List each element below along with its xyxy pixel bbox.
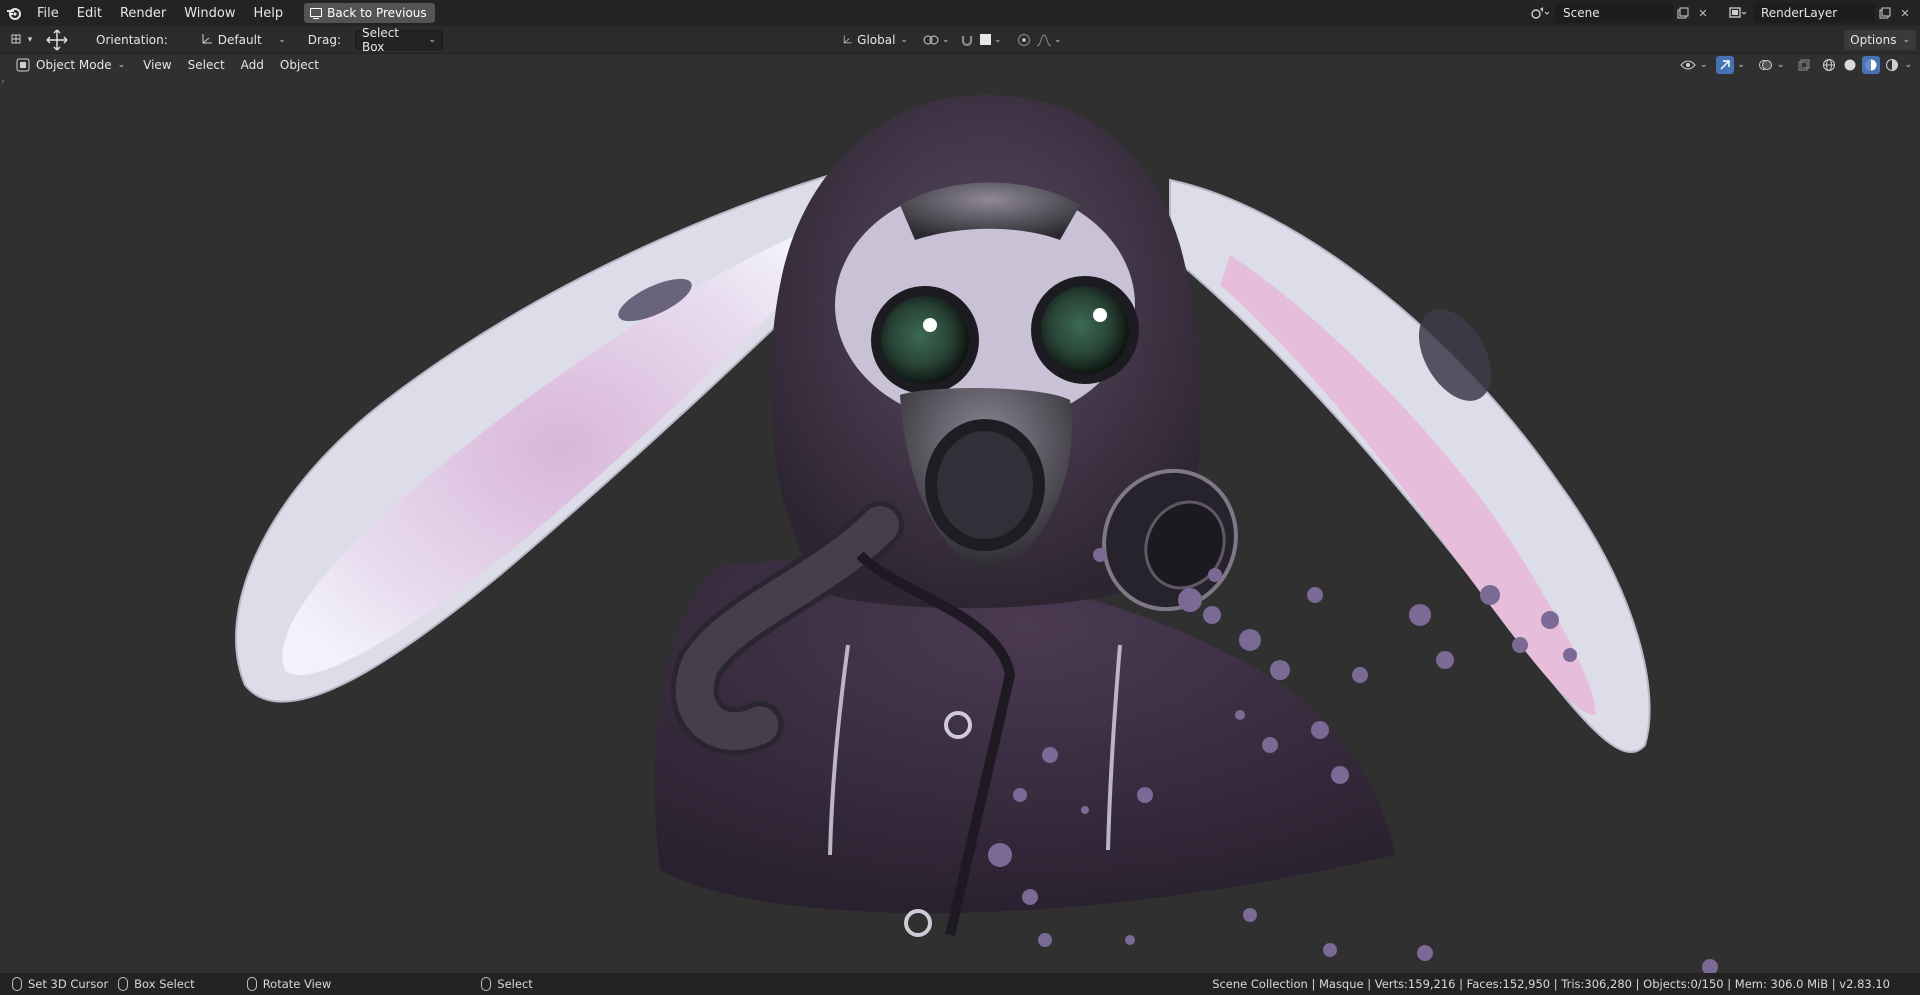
grid-icon <box>11 34 21 43</box>
drag-dropdown[interactable]: Select Box ⌄ <box>354 26 443 54</box>
status-hint-set-cursor: Set 3D Cursor <box>12 977 108 991</box>
options-label: Options <box>1850 33 1897 47</box>
transform-orientation-dropdown[interactable]: Global ⌄ <box>836 30 914 50</box>
pivot-point-button[interactable]: ⌄ <box>922 33 950 47</box>
global-axis-icon <box>843 35 852 43</box>
object-mode-dropdown[interactable]: Object Mode ⌄ <box>10 55 131 75</box>
object-mode-icon <box>16 58 30 72</box>
new-view-layer-icon[interactable] <box>1875 3 1895 23</box>
menu-render[interactable]: Render <box>111 2 175 24</box>
delete-view-layer-icon[interactable]: ✕ <box>1895 3 1915 23</box>
menu-file[interactable]: File <box>28 2 68 24</box>
falloff-curve-icon <box>1036 33 1052 46</box>
scene-selector: Scene ✕ <box>1525 2 1713 24</box>
3d-viewport[interactable]: Object Mode ⌄ View Select Add Object ⌄ ⌄… <box>0 55 1920 973</box>
view-layer-selector: RenderLayer ✕ <box>1723 2 1915 24</box>
scene-name-field[interactable]: Scene <box>1555 3 1673 23</box>
options-button[interactable]: Options ⌄ <box>1844 30 1916 50</box>
transform-orientation-value: Global <box>857 32 896 47</box>
wireframe-shading-icon[interactable] <box>1820 56 1838 74</box>
overlays-toggle-icon[interactable] <box>1756 56 1774 74</box>
mouse-drag-icon <box>118 977 129 991</box>
status-hint-box-select-label: Box Select <box>134 977 195 991</box>
status-hint-rotate-view-label: Rotate View <box>262 977 332 991</box>
solid-shading-icon[interactable] <box>1841 56 1859 74</box>
orientation-value: Default <box>217 32 262 47</box>
view-layer-name-field[interactable]: RenderLayer <box>1753 3 1875 23</box>
viewport-menu-object[interactable]: Object <box>272 58 327 72</box>
status-hint-set-cursor-label: Set 3D Cursor <box>28 977 109 991</box>
view-layer-browse-icon[interactable] <box>1723 3 1753 23</box>
delete-scene-icon[interactable]: ✕ <box>1693 3 1713 23</box>
status-hint-box-select: Box Select <box>118 977 195 991</box>
editor-type-button[interactable]: ▾ <box>0 33 42 47</box>
rendered-shading-icon[interactable] <box>1883 56 1901 74</box>
axis-icon <box>202 34 212 44</box>
move-tool-icon[interactable] <box>42 29 72 51</box>
status-hint-select-label: Select <box>497 977 533 991</box>
back-to-previous-button[interactable]: Back to Previous <box>304 3 435 23</box>
orientation-label: Orientation: <box>96 32 168 47</box>
falloff-button[interactable]: ⌄ <box>1036 33 1062 47</box>
top-bar: File Edit Render Window Help Back to Pre… <box>0 0 1920 26</box>
viewport-menu-view[interactable]: View <box>135 58 179 72</box>
proportional-edit-icon[interactable] <box>1015 31 1033 49</box>
tool-settings-bar: ▾ Orientation: Default ⌄ Drag: Select Bo… <box>0 26 1920 54</box>
snap-square-icon <box>980 34 991 45</box>
viewport-menu-select[interactable]: Select <box>180 58 233 72</box>
viewport-menu-add[interactable]: Add <box>233 58 272 72</box>
new-scene-icon[interactable] <box>1673 3 1693 23</box>
snap-toggle-icon[interactable] <box>958 31 976 49</box>
orientation-dropdown[interactable]: Default ⌄ <box>194 30 292 50</box>
scene-statistics: Scene Collection | Masque | Verts:159,21… <box>1212 977 1890 991</box>
status-bar: Set 3D Cursor Box Select Rotate View Sel… <box>0 973 1920 995</box>
menu-window[interactable]: Window <box>175 2 244 24</box>
mouse-left-icon <box>12 977 22 991</box>
drag-label: Drag: <box>307 32 341 47</box>
status-hint-select: Select <box>481 977 533 991</box>
status-hint-rotate-view: Rotate View <box>246 977 332 991</box>
visibility-eye-icon[interactable] <box>1679 56 1697 74</box>
snap-element-button[interactable]: ⌄ <box>980 34 1002 45</box>
menu-edit[interactable]: Edit <box>68 2 111 24</box>
drag-value: Select Box <box>361 25 400 54</box>
pivot-icon <box>923 35 939 44</box>
object-mode-label: Object Mode <box>36 58 112 72</box>
material-preview-shading-icon[interactable] <box>1862 56 1881 74</box>
viewport-shading-controls: ⌄ ⌄ ⌄ ⌄ <box>1679 55 1912 75</box>
xray-toggle-icon[interactable] <box>1795 56 1813 74</box>
rendered-bunny-image <box>235 95 1718 973</box>
menu-help[interactable]: Help <box>245 2 293 24</box>
blender-logo-icon[interactable] <box>0 0 28 26</box>
screen-icon <box>310 7 323 19</box>
scene-browse-icon[interactable] <box>1525 3 1555 23</box>
viewport-header: Object Mode ⌄ View Select Add Object ⌄ ⌄… <box>0 55 1920 75</box>
mouse-middle-icon <box>246 977 257 991</box>
back-to-previous-label: Back to Previous <box>327 6 427 20</box>
mouse-right-icon <box>481 977 492 991</box>
gizmo-toggle-icon[interactable] <box>1716 56 1735 74</box>
